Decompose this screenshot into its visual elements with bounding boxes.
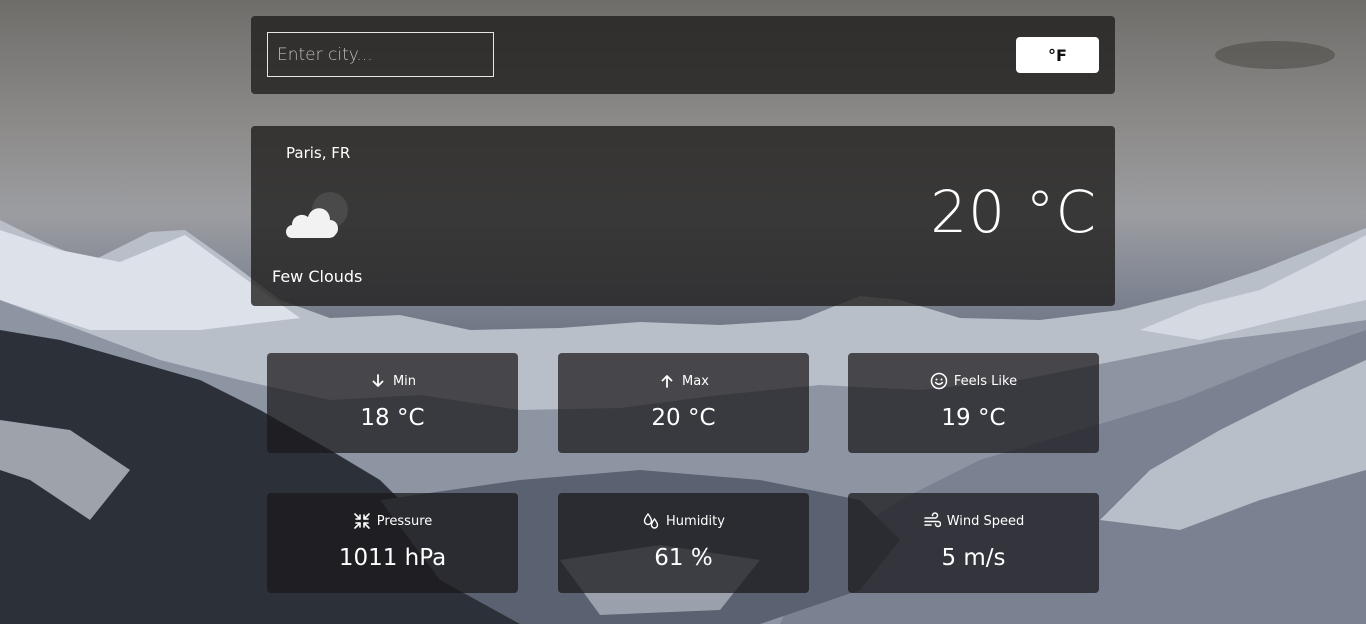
max-temp-value: 20 °C <box>651 405 716 431</box>
feels-like-value: 19 °C <box>941 405 1006 431</box>
pressure-label: Pressure <box>376 513 433 529</box>
arrow-up-icon <box>658 372 676 390</box>
arrow-down-icon <box>369 372 387 390</box>
wind-speed-card: Wind Speed 5 m/s <box>848 493 1099 593</box>
wind-speed-label: Wind Speed <box>946 513 1025 529</box>
droplets-icon <box>642 512 660 530</box>
city-search-input[interactable] <box>267 32 494 77</box>
few-clouds-icon <box>282 190 354 242</box>
location-label: Paris, FR <box>286 144 351 162</box>
feels-like-card: Feels Like 19 °C <box>848 353 1099 453</box>
humidity-card: Humidity 61 % <box>558 493 809 593</box>
max-temp-card: Max 20 °C <box>558 353 809 453</box>
pressure-card: Pressure 1011 hPa <box>267 493 518 593</box>
feels-like-label: Feels Like <box>953 373 1018 389</box>
current-weather-card: Paris, FR Few Clouds 20 °C <box>251 126 1115 306</box>
compress-icon <box>353 512 371 530</box>
min-temp-value: 18 °C <box>360 405 425 431</box>
condition-label: Few Clouds <box>272 267 363 286</box>
humidity-label: Humidity <box>666 513 725 529</box>
max-temp-label: Max <box>682 373 709 389</box>
min-temp-card: Min 18 °C <box>267 353 518 453</box>
smile-icon <box>930 372 948 390</box>
wind-speed-value: 5 m/s <box>941 545 1006 571</box>
humidity-value: 61 % <box>654 545 713 571</box>
pressure-value: 1011 hPa <box>338 545 447 571</box>
min-temp-label: Min <box>392 373 417 389</box>
unit-toggle-button[interactable]: °F <box>1016 37 1099 73</box>
search-bar: °F <box>251 16 1115 94</box>
temperature-value: 20 °C <box>930 178 1097 246</box>
wind-icon <box>923 512 941 530</box>
